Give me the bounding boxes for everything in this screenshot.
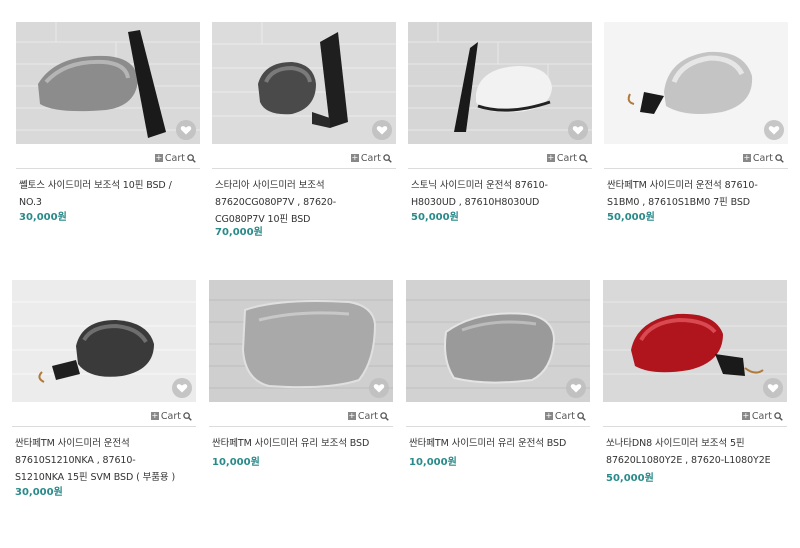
search-icon (183, 411, 192, 421)
add-to-cart-button[interactable]: + Cart (347, 410, 389, 422)
plus-icon: + (150, 411, 159, 420)
divider (12, 426, 196, 427)
cart-label: Cart (160, 410, 181, 422)
plus-icon: + (350, 153, 359, 162)
plus-icon: + (347, 411, 356, 420)
add-to-cart-button[interactable]: + Cart (350, 152, 392, 164)
plus-icon: + (741, 411, 750, 420)
add-to-cart-button[interactable]: + Cart (544, 410, 586, 422)
cart-label: Cart (360, 152, 381, 164)
heart-icon (176, 384, 188, 393)
product-image-mirror-glass[interactable] (406, 280, 590, 402)
product-price: 10,000원 (212, 457, 260, 468)
add-to-cart-button[interactable]: + Cart (741, 410, 783, 422)
product-price: 30,000원 (19, 212, 67, 223)
add-to-cart-button[interactable]: + Cart (546, 152, 588, 164)
divider (212, 168, 396, 169)
product-price: 70,000원 (215, 227, 263, 238)
product-image-side-mirror[interactable] (408, 22, 592, 144)
cart-label: Cart (554, 410, 575, 422)
product-price: 30,000원 (15, 487, 63, 498)
title-line: 87620L1080Y2E , 87620-L1080Y2E (606, 455, 771, 466)
add-to-cart-button[interactable]: + Cart (154, 152, 196, 164)
product-image-side-mirror[interactable] (603, 280, 787, 402)
search-icon (383, 153, 392, 163)
product-image-side-mirror[interactable] (16, 22, 200, 144)
cart-label: Cart (751, 410, 772, 422)
product-price: 50,000원 (411, 212, 459, 223)
title-line: 87610S1210NKA , 87610- (15, 455, 136, 466)
heart-icon (373, 384, 385, 393)
search-icon (380, 411, 389, 421)
wishlist-button[interactable] (372, 120, 392, 140)
add-to-cart-button[interactable]: + Cart (742, 152, 784, 164)
product-price: 10,000원 (409, 457, 457, 468)
title-line: 스타리아 사이드미러 보조석 (215, 180, 325, 191)
heart-icon (180, 126, 192, 135)
heart-icon (768, 126, 780, 135)
title-line: 스토닉 사이드미러 운전석 87610- (411, 180, 548, 191)
title-line: 쏄토스 사이드미러 보조석 10핀 BSD / (19, 180, 172, 191)
cart-label: Cart (357, 410, 378, 422)
divider (603, 426, 787, 427)
wishlist-button[interactable] (763, 378, 783, 398)
title-line: 87620CG080P7V , 87620- (215, 197, 337, 208)
plus-icon: + (544, 411, 553, 420)
product-price: 50,000원 (606, 473, 654, 484)
product-title[interactable]: 싼타페TM 사이드미러 유리 보조석 BSD (212, 435, 394, 452)
title-line: 싼타페TM 사이드미러 유리 운전석 BSD (409, 438, 567, 449)
search-icon (775, 153, 784, 163)
wishlist-button[interactable] (764, 120, 784, 140)
heart-icon (572, 126, 584, 135)
product-title[interactable]: 스토닉 사이드미러 운전석 87610- H8030UD , 87610H803… (411, 177, 593, 211)
cart-label: Cart (164, 152, 185, 164)
heart-icon (767, 384, 779, 393)
divider (604, 168, 788, 169)
add-to-cart-button[interactable]: + Cart (150, 410, 192, 422)
title-line: 쏘나타DN8 사이드미러 보조석 5핀 (606, 438, 745, 449)
wishlist-button[interactable] (369, 378, 389, 398)
product-title[interactable]: 쏘나타DN8 사이드미러 보조석 5핀 87620L1080Y2E , 8762… (606, 435, 788, 469)
plus-icon: + (546, 153, 555, 162)
divider (406, 426, 590, 427)
title-line: 싼타페TM 사이드미러 운전석 87610- (607, 180, 758, 191)
product-image-mirror-glass[interactable] (209, 280, 393, 402)
cart-label: Cart (556, 152, 577, 164)
divider (209, 426, 393, 427)
wishlist-button[interactable] (172, 378, 192, 398)
product-title[interactable]: 스타리아 사이드미러 보조석 87620CG080P7V , 87620- CG… (215, 177, 397, 228)
plus-icon: + (154, 153, 163, 162)
product-image-side-mirror[interactable] (12, 280, 196, 402)
divider (16, 168, 200, 169)
search-icon (579, 153, 588, 163)
search-icon (577, 411, 586, 421)
product-title[interactable]: 싼타페TM 사이드미러 운전석 87610- S1BM0 , 87610S1BM… (607, 177, 789, 211)
wishlist-button[interactable] (566, 378, 586, 398)
product-title[interactable]: 싼타페TM 사이드미러 운전석 87610S1210NKA , 87610- S… (15, 435, 197, 486)
search-icon (187, 153, 196, 163)
cart-label: Cart (752, 152, 773, 164)
product-image-side-mirror[interactable] (212, 22, 396, 144)
divider (408, 168, 592, 169)
product-grid: + Cart 쏄토스 사이드미러 보조석 10핀 BSD / NO.3 30,0… (0, 0, 800, 548)
title-line: 싼타페TM 사이드미러 유리 보조석 BSD (212, 438, 370, 449)
product-price: 50,000원 (607, 212, 655, 223)
product-title[interactable]: 싼타페TM 사이드미러 유리 운전석 BSD (409, 435, 591, 452)
title-line: 싼타페TM 사이드미러 운전석 (15, 438, 130, 449)
search-icon (774, 411, 783, 421)
heart-icon (570, 384, 582, 393)
heart-icon (376, 126, 388, 135)
wishlist-button[interactable] (176, 120, 196, 140)
plus-icon: + (742, 153, 751, 162)
product-image-side-mirror[interactable] (604, 22, 788, 144)
wishlist-button[interactable] (568, 120, 588, 140)
product-title[interactable]: 쏄토스 사이드미러 보조석 10핀 BSD / NO.3 (19, 177, 201, 211)
